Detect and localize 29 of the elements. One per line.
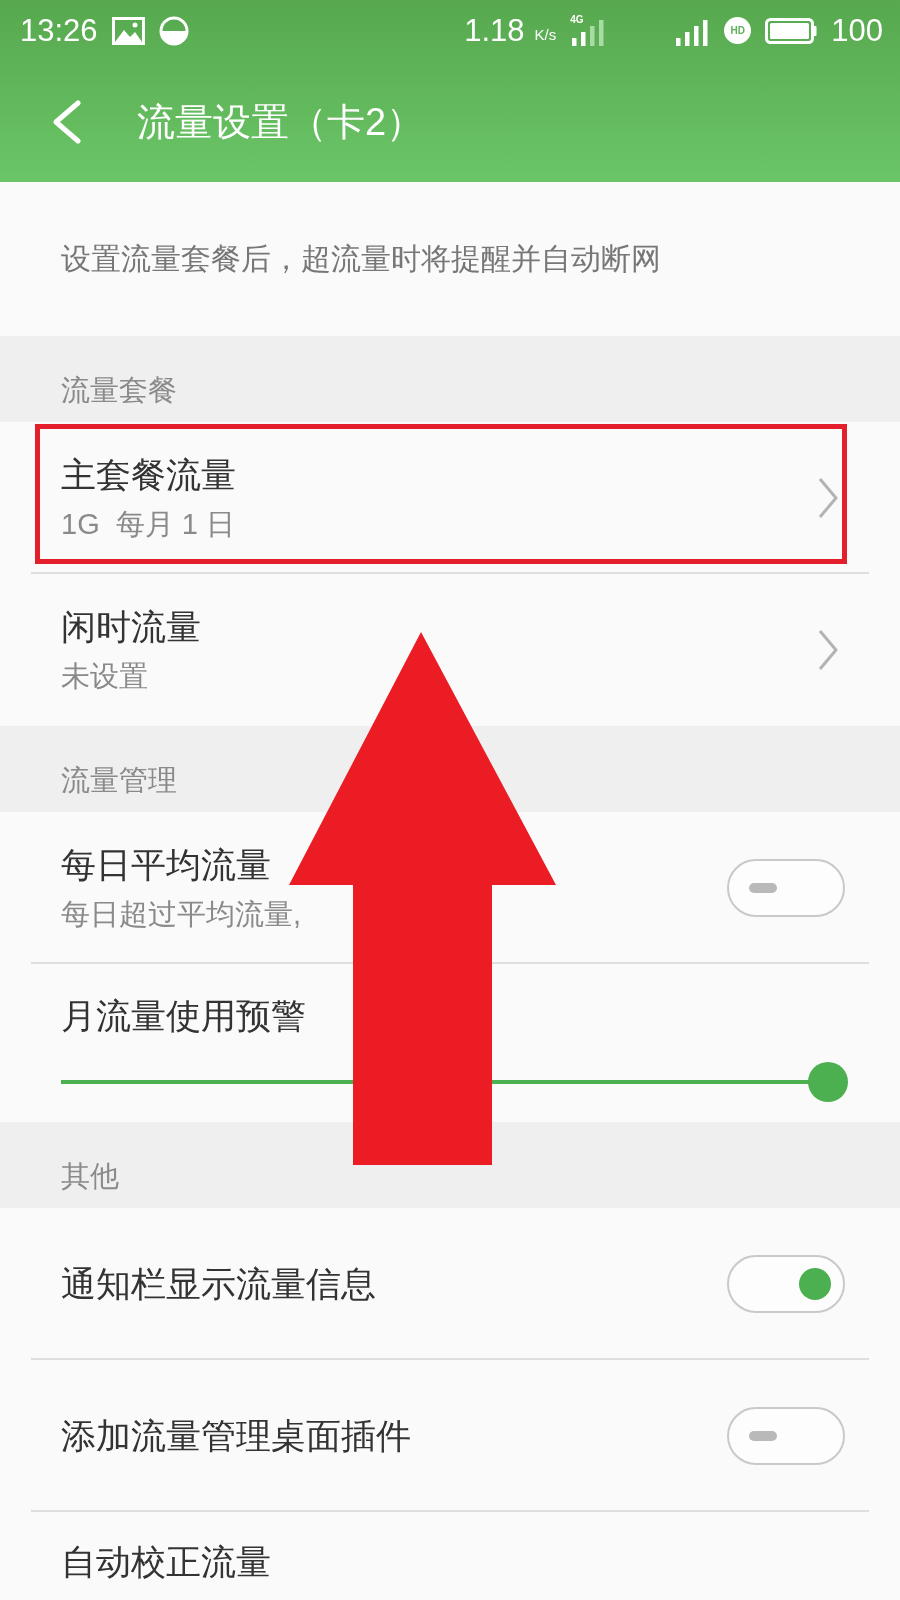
toggle-switch[interactable] [727,859,845,917]
battery-level-text: 100 [831,12,883,49]
chevron-right-icon[interactable] [817,628,839,672]
speed-unit-text: K/s [534,26,557,43]
clock-text: 13:26 [20,12,98,49]
back-icon[interactable] [51,99,81,144]
item-title: 添加流量管理桌面插件 [61,1415,411,1457]
toggle-switch[interactable] [727,1255,845,1313]
item-subtitle: 1G 每月 1 日 [61,507,236,542]
item-subtitle: 每日超过平均流量, [61,897,302,932]
item-subtitle: 未设置 [61,659,148,694]
hd-badge: HD [724,17,752,44]
page-title: 流量设置（卡2） [137,99,425,145]
item-title: 主套餐流量 [61,454,236,496]
item-title: 月流量使用预警 [61,995,306,1037]
item-title: 闲时流量 [61,606,201,648]
item-title: 自动校正流量 [61,1541,271,1583]
section-header: 流量套餐 [0,336,900,422]
item-title: 每日平均流量 [61,844,271,886]
half-circle-icon [158,15,189,46]
image-icon [111,16,145,45]
chevron-right-icon[interactable] [817,476,839,520]
slider-thumb[interactable] [808,1062,848,1102]
network-type-label: 4G [570,13,584,25]
section-header: 其他 [0,1122,900,1208]
network-speed-text: 1.18 [464,12,525,49]
item-title: 通知栏显示流量信息 [61,1263,376,1305]
battery-icon [765,17,818,44]
toggle-switch[interactable] [727,1407,845,1465]
